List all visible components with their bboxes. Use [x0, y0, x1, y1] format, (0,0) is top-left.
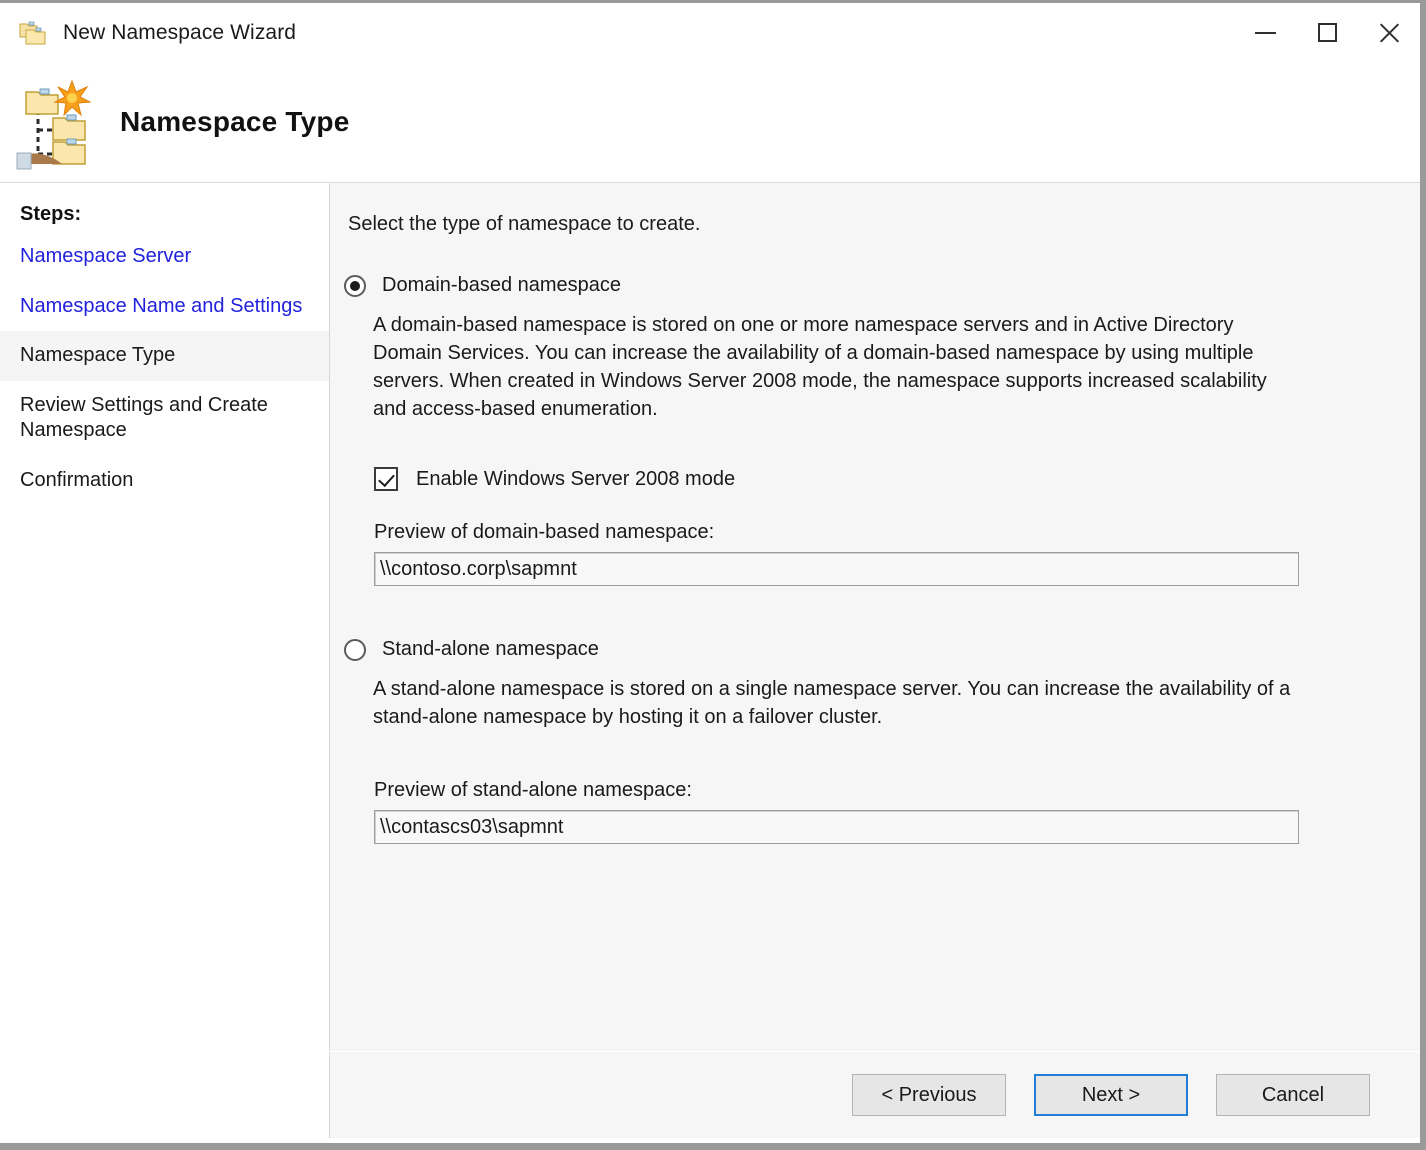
instruction-text: Select the type of namespace to create.: [348, 213, 701, 235]
preview-label-domain-based: Preview of domain-based namespace:: [374, 521, 715, 543]
wizard-header: Namespace Type: [0, 62, 1420, 183]
close-icon: [1378, 22, 1400, 44]
minimize-button[interactable]: [1234, 3, 1296, 62]
steps-heading: Steps:: [20, 203, 82, 225]
description-stand-alone: A stand-alone namespace is stored on a s…: [373, 678, 1291, 728]
steps-sidebar: Steps: Namespace Server Namespace Name a…: [0, 183, 330, 1051]
sidebar-item-confirmation: Confirmation: [20, 468, 134, 491]
maximize-button[interactable]: [1296, 3, 1358, 62]
namespace-folders-icon: [17, 18, 49, 48]
footer-buttons: < Previous Next > Cancel: [330, 1074, 1398, 1116]
checkbox-label-enable-2008-mode[interactable]: Enable Windows Server 2008 mode: [416, 468, 735, 491]
checkbox-enable-2008-mode[interactable]: [374, 467, 398, 491]
description-domain-based: A domain-based namespace is stored on on…: [373, 314, 1267, 420]
page-title: Namespace Type: [120, 106, 350, 137]
option-stand-alone: Stand-alone namespace A stand-alone name…: [330, 638, 1420, 844]
wizard-footer: < Previous Next > Cancel: [0, 1051, 1420, 1138]
sidebar-item-review-settings: Review Settings and Create Namespace: [20, 393, 268, 442]
radio-row-domain-based[interactable]: Domain-based namespace: [344, 274, 1420, 297]
wizard-window: New Namespace Wizard Namespace Type Step…: [0, 0, 1426, 1150]
radio-label-domain-based[interactable]: Domain-based namespace: [382, 274, 621, 297]
wizard-body: Steps: Namespace Server Namespace Name a…: [0, 183, 1420, 1051]
footer-sidebar-spacer: [0, 1052, 330, 1138]
radio-label-stand-alone[interactable]: Stand-alone namespace: [382, 638, 599, 661]
radio-row-stand-alone[interactable]: Stand-alone namespace: [344, 638, 1420, 661]
previous-button[interactable]: < Previous: [852, 1074, 1006, 1116]
sidebar-item-namespace-type[interactable]: Namespace Type: [0, 331, 329, 381]
option-domain-based: Domain-based namespace A domain-based na…: [330, 274, 1420, 586]
window-title: New Namespace Wizard: [63, 20, 297, 44]
preview-input-domain-based[interactable]: [374, 552, 1299, 586]
minimize-icon: [1254, 31, 1276, 34]
preview-label-stand-alone: Preview of stand-alone namespace:: [374, 779, 692, 801]
radio-domain-based[interactable]: [344, 274, 366, 297]
title-bar: New Namespace Wizard: [0, 0, 1420, 62]
sidebar-item-namespace-name-and-settings[interactable]: Namespace Name and Settings: [0, 282, 329, 332]
window-controls: [1234, 3, 1420, 62]
radio-stand-alone[interactable]: [344, 638, 366, 661]
next-button[interactable]: Next >: [1034, 1074, 1188, 1116]
preview-input-stand-alone[interactable]: [374, 810, 1299, 844]
checkbox-row-2008-mode[interactable]: Enable Windows Server 2008 mode: [374, 467, 1420, 491]
content-panel: Select the type of namespace to create. …: [330, 183, 1420, 1051]
maximize-icon: [1317, 23, 1337, 42]
sidebar-item-namespace-server[interactable]: Namespace Server: [0, 232, 329, 282]
dfs-namespace-wizard-icon: [16, 74, 94, 170]
close-button[interactable]: [1358, 3, 1420, 62]
cancel-button[interactable]: Cancel: [1216, 1074, 1370, 1116]
